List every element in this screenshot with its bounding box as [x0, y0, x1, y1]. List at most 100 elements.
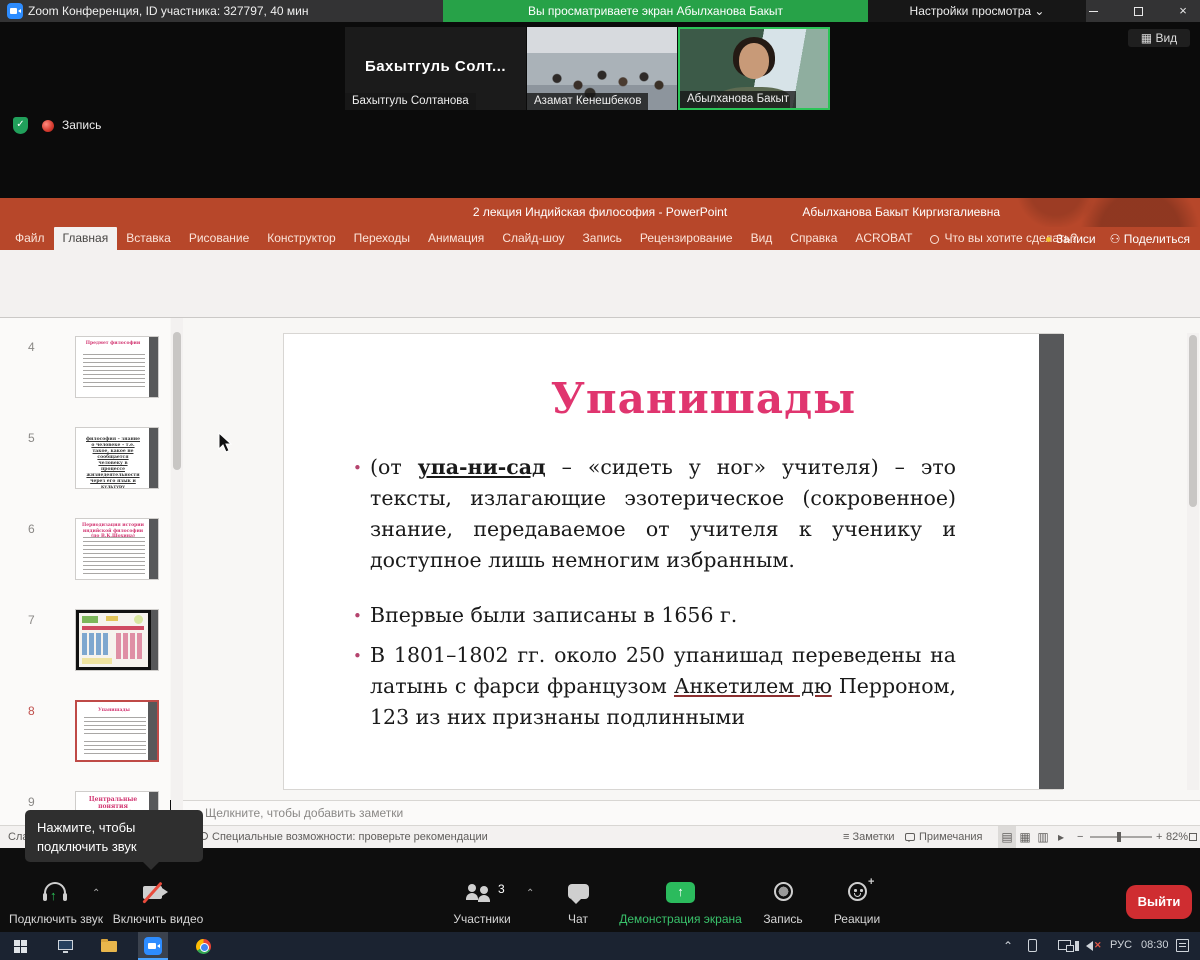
- leave-meeting-button[interactable]: Выйти: [1126, 885, 1192, 919]
- tab-design[interactable]: Конструктор: [258, 227, 344, 250]
- task-view-icon[interactable]: [58, 940, 73, 950]
- meeting-title: Zoom Конференция, ID участника: 327797, …: [28, 0, 308, 22]
- notes-pane[interactable]: Щелкните, чтобы добавить заметки: [183, 800, 1200, 825]
- clock[interactable]: 08:30: [1141, 939, 1169, 951]
- participant-name-label: Бахытгуль Солтанова: [345, 93, 476, 110]
- network-icon[interactable]: [1058, 940, 1071, 950]
- tab-slideshow[interactable]: Слайд-шоу: [493, 227, 573, 250]
- tab-review[interactable]: Рецензирование: [631, 227, 742, 250]
- slide-side-band: [1039, 334, 1064, 789]
- slide-thumbnail-4[interactable]: Предмет философии: [75, 336, 159, 398]
- tray-device-icon[interactable]: [1028, 939, 1037, 952]
- slide-thumbnail-8-selected[interactable]: Упанишады: [75, 700, 159, 762]
- slide-thumbnail-5[interactable]: философия – знание о человеке – т.е. так…: [75, 427, 159, 489]
- tab-acrobat[interactable]: ACROBAT: [846, 227, 921, 250]
- zoom-slider-track[interactable]: [1090, 836, 1152, 838]
- security-shield-icon[interactable]: ✓: [13, 117, 28, 134]
- tab-animations[interactable]: Анимация: [419, 227, 493, 250]
- zoom-slider-knob[interactable]: [1117, 832, 1121, 842]
- video-tile-2[interactable]: Азамат Кенешбеков: [527, 27, 677, 110]
- join-audio-tooltip: Нажмите, чтобы подключить звук: [25, 810, 203, 862]
- audio-options-chevron[interactable]: ⌃: [92, 888, 100, 899]
- records-button[interactable]: Записи: [1046, 232, 1096, 246]
- start-button[interactable]: [14, 940, 27, 953]
- tab-transitions[interactable]: Переходы: [345, 227, 419, 250]
- speaker-icon[interactable]: [1086, 941, 1093, 951]
- powerpoint-titlebar: 2 лекция Индийская философия - PowerPoin…: [0, 198, 1200, 227]
- language-indicator[interactable]: РУС: [1110, 939, 1132, 951]
- zoom-out-button[interactable]: −: [1077, 826, 1083, 848]
- zoom-in-button[interactable]: +: [1156, 826, 1162, 848]
- thumbnail-scrollbar[interactable]: [171, 318, 183, 825]
- view-slideshow-button[interactable]: ▸: [1052, 826, 1070, 849]
- view-settings-label: Настройки просмотра: [910, 4, 1032, 18]
- thumb-title: Упанишады: [81, 708, 147, 714]
- ribbon-tab-bar: Файл Главная Вставка Рисование Конструкт…: [0, 227, 1200, 250]
- zoom-level[interactable]: 82%: [1166, 826, 1188, 848]
- window-minimize-button[interactable]: [1086, 0, 1100, 22]
- participant-display-name: Бахытгуль Солт...: [345, 58, 526, 75]
- tab-home[interactable]: Главная: [54, 227, 118, 250]
- start-video-label: Включить видео: [108, 912, 208, 926]
- slide-thumbnail-6[interactable]: Периодизация истории индийской философии…: [75, 518, 159, 580]
- accessibility-status[interactable]: Специальные возможности: проверьте реком…: [200, 826, 488, 848]
- participant-name-label: Абылханова Бакыт: [680, 91, 796, 108]
- slide-title[interactable]: Упанишады: [284, 374, 1039, 423]
- share-screen-icon: ↑: [666, 882, 695, 903]
- participants-icon: [466, 884, 496, 902]
- tray-expand-chevron[interactable]: ⌃: [1003, 939, 1013, 953]
- tab-record[interactable]: Запись: [574, 227, 631, 250]
- window-close-button[interactable]: ×: [1176, 0, 1190, 22]
- tab-view[interactable]: Вид: [742, 227, 782, 250]
- slide-thumbnail-panel[interactable]: 4 Предмет философии 5 философия – знание…: [0, 318, 170, 825]
- thumb-text-lines: [83, 354, 145, 390]
- fit-to-window-button[interactable]: [1189, 826, 1197, 848]
- sharing-banner: Вы просматриваете экран Абылханова Бакыт: [443, 0, 868, 22]
- video-tile-1[interactable]: Бахытгуль Солт... Бахытгуль Солтанова: [345, 27, 526, 110]
- slide-canvas[interactable]: Упанишады •(от упа-ни-сад – «сидеть у но…: [283, 333, 1063, 790]
- action-center-icon[interactable]: [1176, 939, 1189, 952]
- view-button-label: Вид: [1155, 31, 1177, 45]
- notes-placeholder: Щелкните, чтобы добавить заметки: [205, 806, 403, 820]
- tab-draw[interactable]: Рисование: [180, 227, 258, 250]
- participants-chevron[interactable]: ⌃: [526, 888, 534, 899]
- bullet-2: •Впервые были записаны в 1656 г.: [370, 600, 956, 631]
- mouse-cursor: [218, 432, 234, 454]
- slide-scrollbar[interactable]: [1187, 333, 1199, 790]
- tab-file[interactable]: Файл: [6, 227, 54, 250]
- slide-number: 4: [28, 340, 35, 354]
- window-maximize-button[interactable]: [1131, 0, 1145, 22]
- view-sorter-button[interactable]: ▦: [1016, 826, 1034, 849]
- view-reading-button[interactable]: ▥: [1034, 826, 1052, 849]
- record-icon: [774, 882, 793, 901]
- audio-up-arrow-icon: ↑: [50, 888, 57, 903]
- view-normal-button[interactable]: ▤: [998, 826, 1016, 849]
- notes-toggle[interactable]: ≡ Заметки: [843, 826, 895, 848]
- participants-count: 3: [498, 882, 505, 896]
- slide-number: 7: [28, 613, 35, 627]
- zoom-app-icon: [7, 3, 23, 19]
- gallery-view-button[interactable]: ▦ Вид: [1128, 29, 1190, 47]
- video-tile-3-active-speaker[interactable]: Абылханова Бакыт: [678, 27, 830, 110]
- slide-thumbnail-7[interactable]: [75, 609, 159, 671]
- record-label: Запись: [753, 912, 813, 926]
- comments-toggle[interactable]: Примечания: [905, 826, 983, 848]
- document-title: 2 лекция Индийская философия - PowerPoin…: [0, 198, 1200, 227]
- slide-body-text[interactable]: •(от упа-ни-сад – «сидеть у ног» учителя…: [370, 452, 956, 757]
- participant-name-label: Азамат Кенешбеков: [527, 93, 648, 110]
- chat-icon: [568, 884, 589, 899]
- view-settings-dropdown[interactable]: Настройки просмотра ⌄: [868, 0, 1086, 22]
- chrome-icon[interactable]: [196, 939, 211, 954]
- reactions-smiley-icon: [848, 882, 867, 901]
- tab-help[interactable]: Справка: [781, 227, 846, 250]
- zoom-titlebar: Zoom Конференция, ID участника: 327797, …: [0, 0, 1200, 22]
- zoom-app-taskbar-active[interactable]: [138, 932, 168, 960]
- slide-number: 5: [28, 431, 35, 445]
- screen: Zoom Конференция, ID участника: 327797, …: [0, 0, 1200, 960]
- share-button[interactable]: ⚇ Поделиться: [1110, 232, 1190, 246]
- name-anquetil: Анкетилем дю: [674, 674, 832, 698]
- tab-insert[interactable]: Вставка: [117, 227, 180, 250]
- thumb-text-lines: [84, 717, 146, 735]
- account-name: Абылханова Бакыт Киргизгалиевна: [800, 198, 1000, 227]
- file-explorer-icon[interactable]: [101, 941, 117, 952]
